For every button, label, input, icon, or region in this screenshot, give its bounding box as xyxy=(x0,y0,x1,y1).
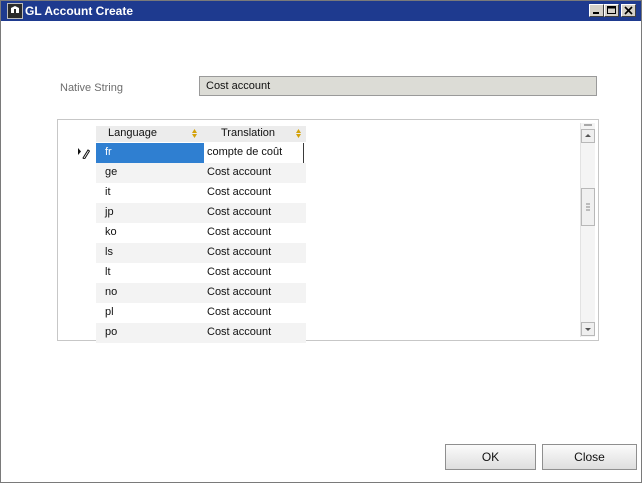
gl-account-create-window: GL Account Create Native String Cost acc… xyxy=(0,0,642,483)
translation-cell[interactable]: Cost account xyxy=(204,183,304,203)
grid-header: Language Translation xyxy=(96,126,306,142)
language-cell[interactable]: fr xyxy=(96,143,204,163)
translation-cell[interactable]: Cost account xyxy=(204,223,304,243)
arrow-up-icon xyxy=(585,134,591,137)
native-string-label: Native String xyxy=(60,82,123,94)
native-string-field: Cost account xyxy=(199,76,597,96)
translation-grid: Language Translation fr compte de coût g… xyxy=(57,119,599,343)
translation-sort-icon[interactable] xyxy=(296,129,301,138)
minimize-icon xyxy=(593,12,599,14)
translation-cell[interactable]: Cost account xyxy=(204,243,304,263)
grid-row[interactable]: it Cost account xyxy=(96,183,306,203)
grid-row[interactable]: ge Cost account xyxy=(96,163,306,183)
minimize-button[interactable] xyxy=(589,4,604,17)
language-cell[interactable]: ge xyxy=(96,163,204,183)
window-title: GL Account Create xyxy=(25,4,134,18)
column-header-translation[interactable]: Translation xyxy=(221,127,275,139)
grid-row[interactable]: po Cost account xyxy=(96,323,306,343)
maximize-button[interactable] xyxy=(604,4,619,17)
window-close-button[interactable] xyxy=(621,4,636,17)
close-icon xyxy=(624,6,633,15)
translation-cell[interactable]: Cost account xyxy=(204,163,304,183)
scroll-thumb[interactable] xyxy=(581,188,595,226)
translation-cell[interactable]: Cost account xyxy=(204,203,304,223)
language-cell[interactable]: lt xyxy=(96,263,204,283)
language-cell[interactable]: pl xyxy=(96,303,204,323)
translation-cell[interactable]: compte de coût xyxy=(204,143,304,163)
grid-row[interactable]: lt Cost account xyxy=(96,263,306,283)
row-edit-pencil-icon xyxy=(78,148,90,159)
arrow-down-icon xyxy=(585,328,591,331)
language-cell[interactable]: ls xyxy=(96,243,204,263)
language-cell[interactable]: po xyxy=(96,323,204,343)
grid-row[interactable]: no Cost account xyxy=(96,283,306,303)
translation-cell[interactable]: Cost account xyxy=(204,263,304,283)
grip-icon xyxy=(586,203,590,211)
language-cell[interactable]: jp xyxy=(96,203,204,223)
grid-row[interactable]: ls Cost account xyxy=(96,243,306,263)
language-sort-icon[interactable] xyxy=(192,129,197,138)
grid-row[interactable]: fr compte de coût xyxy=(96,143,306,163)
translation-cell[interactable]: Cost account xyxy=(204,283,304,303)
vertical-scrollbar[interactable] xyxy=(580,123,595,337)
ok-button[interactable]: OK xyxy=(445,444,536,470)
grid-row[interactable]: ko Cost account xyxy=(96,223,306,243)
app-icon xyxy=(7,3,23,19)
scrollbar-top-divider xyxy=(584,124,592,126)
scroll-up-button[interactable] xyxy=(581,129,595,143)
grid-row[interactable]: jp Cost account xyxy=(96,203,306,223)
native-string-value: Cost account xyxy=(206,80,271,92)
title-bar[interactable]: GL Account Create xyxy=(1,1,641,21)
language-cell[interactable]: ko xyxy=(96,223,204,243)
translation-cell[interactable]: Cost account xyxy=(204,323,304,343)
grid-row[interactable]: pl Cost account xyxy=(96,303,306,323)
close-button[interactable]: Close xyxy=(542,444,637,470)
maximize-icon xyxy=(607,6,616,14)
language-cell[interactable]: it xyxy=(96,183,204,203)
scroll-down-button[interactable] xyxy=(581,322,595,336)
language-cell[interactable]: no xyxy=(96,283,204,303)
column-header-language[interactable]: Language xyxy=(108,127,157,139)
translation-cell[interactable]: Cost account xyxy=(204,303,304,323)
